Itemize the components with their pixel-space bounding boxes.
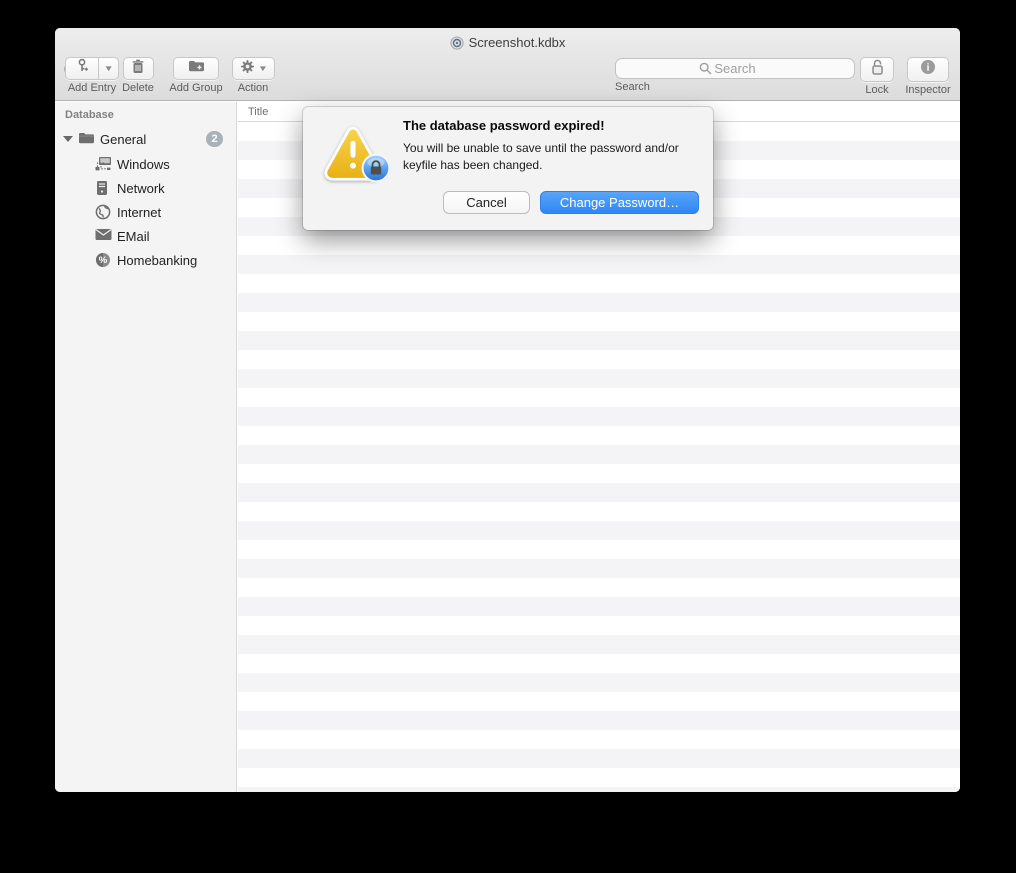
sidebar-item-homebanking[interactable]: % Homebanking [55, 248, 236, 272]
inspector-group: i Inspector [900, 57, 956, 96]
percent-coin-icon: % [95, 252, 111, 273]
add-group-label: Add Group [169, 82, 223, 94]
sidebar: Database General 2 Windows Network Inter… [55, 102, 237, 792]
disclosure-triangle-icon[interactable] [63, 136, 73, 142]
dialog-title: The database password expired! [403, 118, 605, 133]
sidebar-item-label: EMail [117, 229, 150, 244]
sidebar-item-email[interactable]: EMail [55, 224, 236, 248]
lock-label: Lock [865, 84, 889, 96]
delete-label: Delete [122, 82, 154, 94]
svg-text:%: % [99, 255, 108, 266]
unlock-icon [870, 59, 885, 81]
folder-icon [78, 131, 95, 150]
key-plus-icon [66, 58, 98, 79]
window-chrome: Screenshot.kdbx ▼ Add Entry Delete Add G… [55, 28, 960, 101]
add-entry-group: ▼ Add Entry [65, 57, 119, 94]
lock-group: Lock [851, 57, 903, 96]
sidebar-item-label: Internet [117, 205, 162, 220]
sidebar-header: Database [65, 109, 114, 121]
app-lock-badge-icon [361, 153, 391, 188]
chevron-down-icon: ▼ [257, 64, 268, 73]
globe-icon [95, 204, 111, 225]
search-input[interactable] [615, 58, 855, 79]
add-entry-button[interactable]: ▼ [65, 57, 119, 80]
trash-icon [131, 59, 145, 79]
cancel-button[interactable]: Cancel [443, 191, 530, 214]
lock-button[interactable] [860, 57, 894, 82]
sidebar-item-label: Network [117, 181, 165, 196]
info-icon: i [920, 59, 936, 80]
add-group-button[interactable] [173, 57, 219, 80]
dialog-body: You will be unable to save until the pas… [403, 141, 679, 172]
warning-icon [323, 124, 391, 184]
window-title-text: Screenshot.kdbx [468, 35, 566, 50]
windows-network-icon [95, 156, 112, 177]
sidebar-group-general[interactable]: General 2 [55, 128, 236, 150]
sidebar-item-network[interactable]: Network [55, 176, 236, 200]
sidebar-group-badge: 2 [206, 131, 223, 147]
sidebar-group-label: General [100, 132, 147, 147]
sidebar-item-label: Homebanking [117, 253, 198, 268]
window-title: Screenshot.kdbx [55, 34, 960, 52]
sidebar-item-label: Windows [117, 157, 170, 172]
inspector-button[interactable]: i [907, 57, 949, 82]
delete-button[interactable] [122, 57, 154, 80]
delete-group: Delete [115, 57, 161, 94]
sidebar-item-windows[interactable]: Windows [55, 152, 236, 176]
server-icon [95, 180, 109, 201]
search-label: Search [615, 81, 650, 93]
action-label: Action [237, 82, 269, 94]
svg-text:i: i [927, 62, 930, 73]
password-expired-dialog: The database password expired! You will … [303, 107, 713, 230]
screenshot-root: { "window": { "title": "Screenshot.kdbx"… [0, 0, 1016, 873]
sidebar-item-internet[interactable]: Internet [55, 200, 236, 224]
add-entry-label: Add Entry [67, 82, 117, 94]
change-password-button[interactable]: Change Password… [540, 191, 699, 214]
inspector-label: Inspector [905, 84, 951, 96]
gear-icon [240, 59, 255, 79]
add-group-group: Add Group [165, 57, 227, 94]
action-group: ▼ Action [225, 57, 281, 94]
folder-plus-icon [188, 59, 205, 78]
action-button[interactable]: ▼ [231, 57, 275, 80]
document-icon [450, 36, 464, 55]
search-group: Search [615, 58, 855, 93]
envelope-icon [95, 228, 112, 246]
